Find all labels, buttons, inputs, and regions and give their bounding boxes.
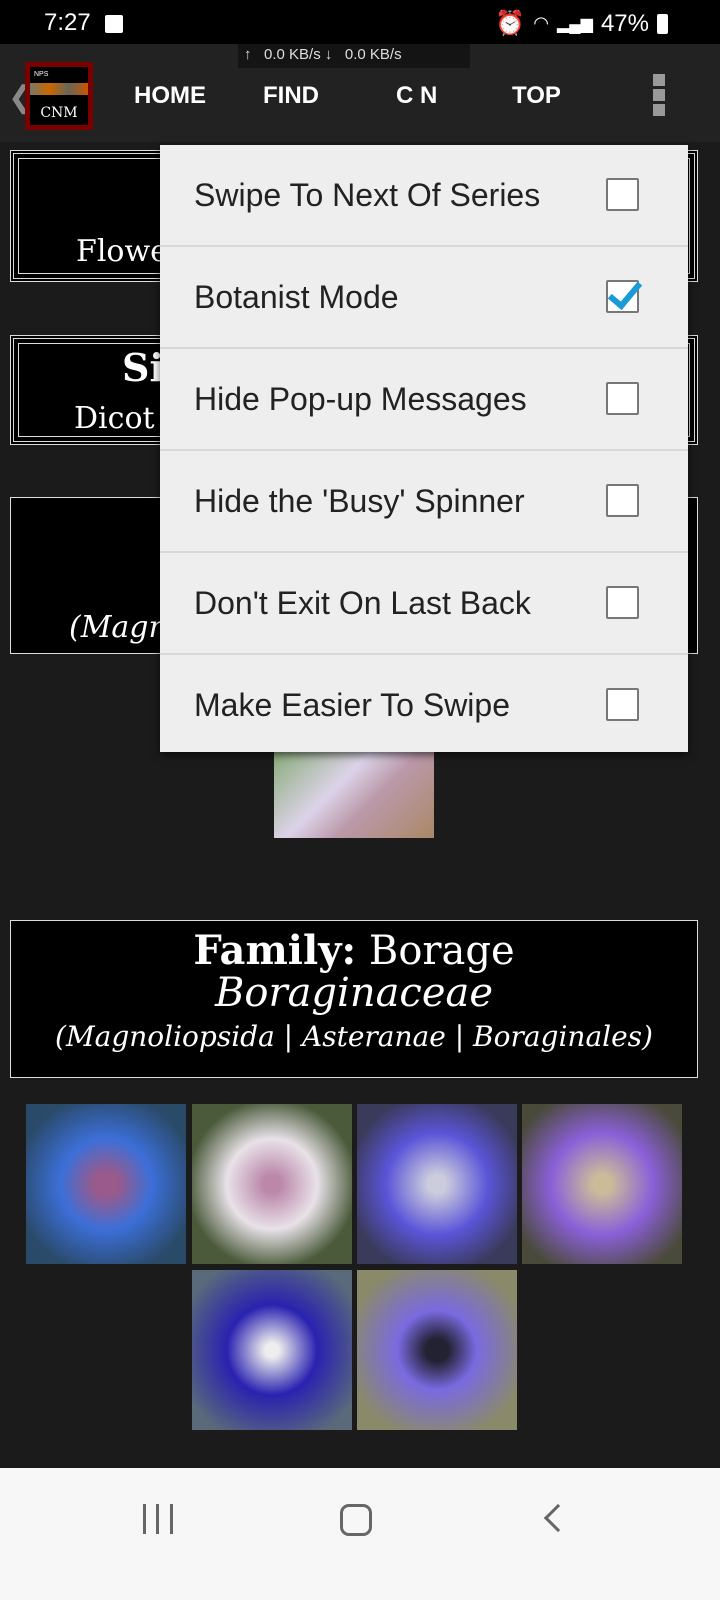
home-icon[interactable] bbox=[340, 1504, 372, 1536]
nav-cn[interactable]: C N bbox=[396, 82, 437, 110]
status-bar: 7:27 ⏰ ◠ ▂▄▆ 47% bbox=[0, 0, 720, 44]
family-classification: (Magnoliopsida | Asteranae | Boraginales… bbox=[55, 1020, 653, 1053]
menu-item-hide-popups[interactable]: Hide Pop-up Messages bbox=[160, 349, 688, 451]
battery-icon bbox=[657, 13, 668, 34]
menu-item-label: Make Easier To Swipe bbox=[194, 687, 510, 723]
subclass-title: Si bbox=[122, 345, 164, 390]
overflow-menu-icon[interactable] bbox=[653, 74, 665, 119]
clock: 7:27 bbox=[44, 9, 91, 36]
logo-cnm: CNM bbox=[40, 105, 78, 121]
species-photo-6[interactable] bbox=[357, 1270, 517, 1430]
menu-item-label: Hide the 'Busy' Spinner bbox=[194, 483, 525, 519]
menu-item-botanist-mode[interactable]: Botanist Mode bbox=[160, 247, 688, 349]
family-latin: Boraginaceae bbox=[214, 970, 494, 1016]
species-photo-1[interactable] bbox=[26, 1104, 186, 1264]
menu-item-swipe-next[interactable]: Swipe To Next Of Series bbox=[160, 145, 688, 247]
system-nav-bar bbox=[0, 1468, 720, 1600]
family-common: Borage bbox=[368, 928, 515, 974]
plant-photo[interactable] bbox=[274, 750, 434, 838]
nav-home[interactable]: HOME bbox=[134, 82, 206, 110]
alarm-icon: ⏰ bbox=[495, 10, 526, 37]
logo-nps: NPS bbox=[34, 71, 49, 78]
nav-top[interactable]: TOP bbox=[512, 82, 561, 110]
species-photo-2[interactable] bbox=[192, 1104, 352, 1264]
category-text: Flowe bbox=[76, 234, 168, 269]
logo-band bbox=[30, 83, 88, 95]
family-heading: Family: Borage bbox=[11, 927, 697, 974]
checkbox-checked[interactable] bbox=[606, 280, 639, 313]
network-speed: ↑ 0.0 KB/s ↓ 0.0 KB/s bbox=[238, 44, 470, 68]
menu-item-dont-exit[interactable]: Don't Exit On Last Back bbox=[160, 553, 688, 655]
species-photo-5[interactable] bbox=[192, 1270, 352, 1430]
overflow-menu: Swipe To Next Of Series Botanist Mode Hi… bbox=[160, 145, 688, 752]
app-bar: ↑ 0.0 KB/s ↓ 0.0 KB/s ❮ NPS CNM HOME FIN… bbox=[0, 44, 720, 142]
menu-item-label: Don't Exit On Last Back bbox=[194, 585, 531, 621]
menu-item-label: Swipe To Next Of Series bbox=[194, 177, 541, 213]
menu-item-label: Botanist Mode bbox=[194, 279, 399, 315]
menu-item-hide-spinner[interactable]: Hide the 'Busy' Spinner bbox=[160, 451, 688, 553]
menu-item-easier-swipe[interactable]: Make Easier To Swipe bbox=[160, 655, 688, 757]
species-photo-3[interactable] bbox=[357, 1104, 517, 1264]
app-logo[interactable]: NPS CNM bbox=[25, 62, 93, 130]
family-label: Family: bbox=[193, 927, 357, 974]
wifi-icon: ◠ bbox=[533, 13, 549, 33]
battery-percent: 47% bbox=[600, 9, 649, 37]
checkbox[interactable] bbox=[606, 586, 639, 619]
order-sub: (Magn bbox=[69, 610, 168, 645]
checkbox[interactable] bbox=[606, 382, 639, 415]
menu-item-label: Hide Pop-up Messages bbox=[194, 381, 527, 417]
species-photo-4[interactable] bbox=[522, 1104, 682, 1264]
checkbox[interactable] bbox=[606, 484, 639, 517]
checkbox[interactable] bbox=[606, 688, 639, 721]
recents-icon[interactable] bbox=[143, 1504, 173, 1534]
nav-find[interactable]: FIND bbox=[263, 82, 319, 110]
image-notification-icon bbox=[105, 15, 123, 33]
checkbox[interactable] bbox=[606, 178, 639, 211]
back-icon[interactable] bbox=[543, 1503, 573, 1533]
family-box[interactable]: Family: Borage Boraginaceae (Magnoliopsi… bbox=[10, 920, 698, 1078]
signal-icon: ▂▄▆ bbox=[557, 15, 593, 33]
